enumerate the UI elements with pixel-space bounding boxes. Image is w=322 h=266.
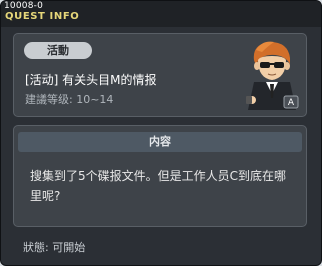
quest-id: 10008-0	[4, 1, 44, 11]
content-text: 搜集到了5个碟报文件。但是工作人员C到底在哪里呢?	[30, 169, 287, 203]
quest-content-panel: 内容 搜集到了5个碟报文件。但是工作人员C到底在哪里呢?	[13, 125, 307, 227]
window-title: QUEST INFO	[5, 11, 80, 22]
recommended-level: 建議等级: 10~14	[25, 93, 114, 106]
quest-summary-card: 活動 [活动] 有关头目M的情报 建議等级: 10~14 A	[13, 33, 307, 117]
title-bar[interactable]: 10008-0 QUEST INFO	[1, 1, 321, 27]
quest-info-window: 10008-0 QUEST INFO 活動 [活动] 有关头目M的情报 建議等级…	[0, 0, 322, 266]
event-tag: 活動	[24, 42, 92, 59]
svg-text:A: A	[288, 98, 295, 108]
npc-avatar: A	[246, 41, 299, 110]
content-header: 内容	[18, 132, 302, 152]
quest-status: 狀態: 可開始	[23, 241, 86, 254]
quest-name: [活动] 有关头目M的情报	[25, 73, 157, 87]
